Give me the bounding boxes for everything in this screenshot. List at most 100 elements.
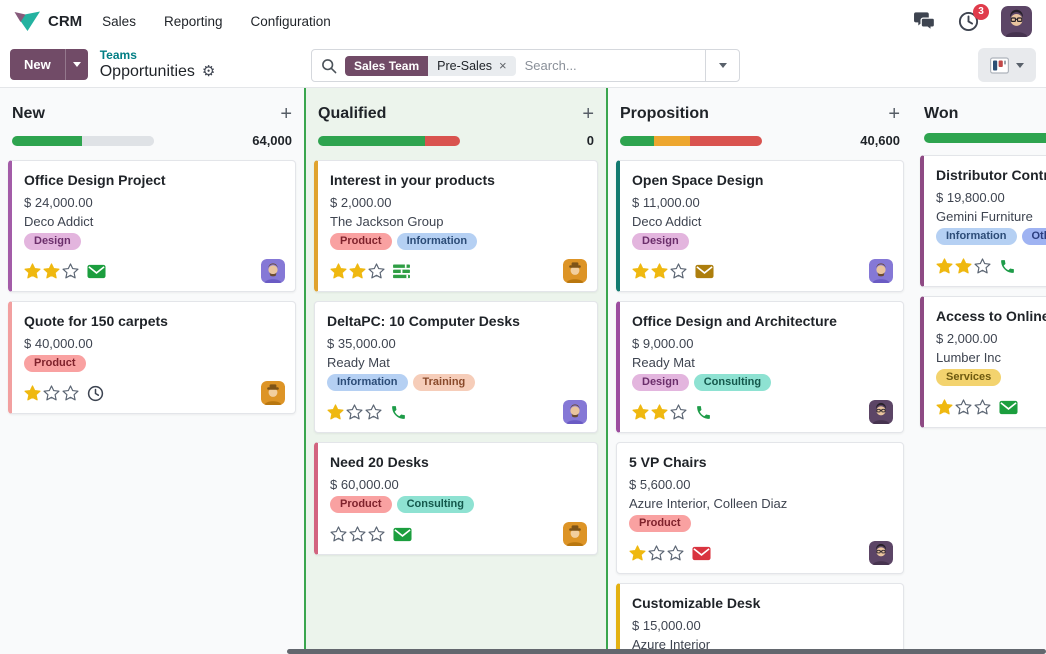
progress-segment[interactable] — [318, 136, 425, 146]
card-title: Need 20 Desks — [330, 454, 587, 470]
tag-product: Product — [330, 233, 392, 250]
search-input[interactable] — [525, 58, 705, 73]
opportunity-card[interactable]: Need 20 Desks $ 60,000.00 ProductConsult… — [314, 442, 598, 555]
horizontal-scrollbar-thumb[interactable] — [287, 649, 1046, 654]
priority-stars — [936, 399, 991, 415]
opportunity-card[interactable]: Office Design and Architecture $ 9,000.0… — [616, 301, 904, 433]
avatar-beard-icon — [563, 400, 587, 424]
star-filled-icon[interactable] — [24, 385, 41, 401]
search-dropdown-toggle[interactable] — [705, 50, 739, 81]
star-empty-icon[interactable] — [955, 399, 972, 415]
star-empty-icon[interactable] — [346, 404, 363, 420]
new-dropdown-toggle[interactable] — [65, 49, 88, 80]
avatar-orange-icon — [563, 522, 587, 546]
envelope-icon-button[interactable] — [999, 400, 1018, 415]
progress-segment[interactable] — [12, 136, 82, 146]
card-company: Gemini Furniture — [936, 209, 1046, 224]
clock-icon — [87, 385, 104, 402]
star-empty-icon[interactable] — [974, 399, 991, 415]
search-facet-category: Sales Team — [345, 56, 428, 76]
star-empty-icon[interactable] — [62, 385, 79, 401]
progress-segment[interactable] — [82, 136, 154, 146]
star-filled-icon[interactable] — [651, 404, 668, 420]
envelope-icon — [393, 527, 412, 542]
opportunity-card[interactable]: DeltaPC: 10 Computer Desks $ 35,000.00 R… — [314, 301, 598, 433]
card-amount: $ 2,000.00 — [330, 195, 587, 210]
envelope-icon-button[interactable] — [87, 264, 106, 279]
user-avatar[interactable] — [1001, 6, 1032, 37]
star-filled-icon[interactable] — [955, 258, 972, 274]
activities-clock-icon[interactable]: 3 — [958, 11, 979, 32]
progress-segment[interactable] — [654, 136, 690, 146]
progress-segment[interactable] — [620, 136, 654, 146]
card-footer — [24, 259, 285, 283]
star-filled-icon[interactable] — [936, 399, 953, 415]
star-empty-icon[interactable] — [365, 404, 382, 420]
star-filled-icon[interactable] — [629, 545, 646, 561]
menu-reporting[interactable]: Reporting — [164, 14, 223, 29]
star-filled-icon[interactable] — [936, 258, 953, 274]
add-record-icon[interactable]: + — [888, 104, 900, 124]
star-filled-icon[interactable] — [327, 404, 344, 420]
star-filled-icon[interactable] — [349, 263, 366, 279]
star-empty-icon[interactable] — [670, 404, 687, 420]
opportunity-card[interactable]: Open Space Design $ 11,000.00 Deco Addic… — [616, 160, 904, 292]
star-empty-icon[interactable] — [667, 545, 684, 561]
card-title: Open Space Design — [632, 172, 893, 188]
envelope-icon-button[interactable] — [692, 546, 711, 561]
opportunity-card[interactable]: 5 VP Chairs $ 5,600.00 Azure Interior, C… — [616, 442, 904, 574]
breadcrumb-teams-link[interactable]: Teams — [100, 49, 137, 63]
star-empty-icon[interactable] — [368, 526, 385, 542]
star-empty-icon[interactable] — [330, 526, 347, 542]
salesperson-avatar — [261, 381, 285, 405]
messages-icon[interactable] — [913, 11, 936, 31]
envelope-icon-button[interactable] — [695, 264, 714, 279]
envelope-icon-button[interactable] — [393, 527, 412, 542]
phone-icon-button[interactable] — [999, 258, 1016, 275]
star-filled-icon[interactable] — [24, 263, 41, 279]
phone-icon-button[interactable] — [390, 404, 407, 421]
menu-configuration[interactable]: Configuration — [251, 14, 331, 29]
phone-icon-button[interactable] — [695, 404, 712, 421]
column-header: Qualified + 0 — [306, 100, 606, 158]
progress-segment[interactable] — [425, 136, 461, 146]
page-title: Opportunities — [100, 63, 195, 81]
star-filled-icon[interactable] — [632, 404, 649, 420]
opportunity-card[interactable]: Customizable Desk $ 15,000.00 Azure Inte… — [616, 583, 904, 654]
star-empty-icon[interactable] — [62, 263, 79, 279]
view-switcher-button[interactable] — [978, 48, 1036, 82]
opportunity-card[interactable]: Distributor Contract $ 19,800.00 Gemini … — [920, 155, 1046, 287]
card-tags: Product — [24, 355, 285, 372]
gear-icon[interactable]: ⚙ — [202, 64, 215, 79]
star-filled-icon[interactable] — [43, 263, 60, 279]
star-empty-icon[interactable] — [648, 545, 665, 561]
opportunity-card[interactable]: Office Design Project $ 24,000.00 Deco A… — [8, 160, 296, 292]
progress-segment[interactable] — [690, 136, 762, 146]
card-company: Ready Mat — [632, 355, 893, 370]
star-filled-icon[interactable] — [651, 263, 668, 279]
opportunity-card[interactable]: Access to Online Catalog $ 2,000.00 Lumb… — [920, 296, 1046, 428]
crm-app-logo[interactable] — [14, 10, 41, 32]
add-record-icon[interactable]: + — [280, 104, 292, 124]
star-empty-icon[interactable] — [43, 385, 60, 401]
star-empty-icon[interactable] — [974, 258, 991, 274]
kanban-column-proposition: Proposition + 40,600 Open Space Design $… — [608, 88, 912, 654]
star-empty-icon[interactable] — [670, 263, 687, 279]
opportunity-card[interactable]: Quote for 150 carpets $ 40,000.00 Produc… — [8, 301, 296, 414]
search-bar[interactable]: Sales Team Pre-Sales × — [311, 49, 740, 82]
card-company: Deco Addict — [632, 214, 893, 229]
new-button[interactable]: New — [10, 49, 65, 80]
star-filled-icon[interactable] — [632, 263, 649, 279]
opportunity-card[interactable]: Interest in your products $ 2,000.00 The… — [314, 160, 598, 292]
clock-icon-button[interactable] — [87, 385, 104, 402]
tasks-icon-button[interactable] — [393, 264, 410, 279]
card-tags: InformationOther — [936, 228, 1046, 245]
facet-remove-icon[interactable]: × — [499, 59, 507, 72]
avatar-beard-icon — [261, 259, 285, 283]
menu-sales[interactable]: Sales — [102, 14, 136, 29]
star-empty-icon[interactable] — [368, 263, 385, 279]
progress-segment[interactable] — [924, 133, 1046, 143]
star-filled-icon[interactable] — [330, 263, 347, 279]
add-record-icon[interactable]: + — [582, 104, 594, 124]
star-empty-icon[interactable] — [349, 526, 366, 542]
